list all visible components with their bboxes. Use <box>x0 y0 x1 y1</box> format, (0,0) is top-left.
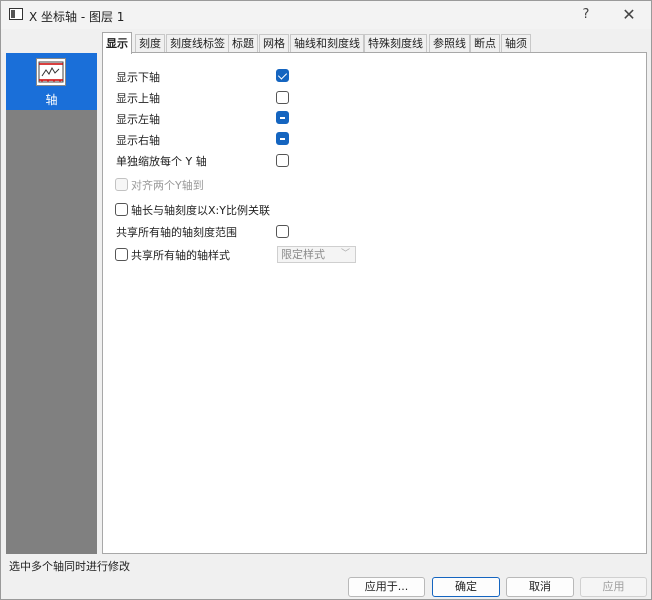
link-axis-length-label: 轴长与轴刻度以X:Y比例关联 <box>131 204 270 217</box>
window-title: X 坐标轴 - 图层 1 <box>29 10 125 24</box>
ok-button[interactable]: 确定 <box>432 577 500 597</box>
axis-style-select: 限定样式 ﹀ <box>277 246 356 263</box>
close-button[interactable]: ✕ <box>614 5 644 25</box>
tab-grids[interactable]: 网格 <box>259 34 289 52</box>
link-axis-length-checkbox[interactable] <box>115 203 128 216</box>
tab-tick-labels[interactable]: 刻度线标签 <box>166 34 229 52</box>
sidebar-item-axis[interactable]: 轴 <box>6 53 97 110</box>
show-right-label: 显示右轴 <box>116 134 160 147</box>
tab-breaks[interactable]: 断点 <box>470 34 500 52</box>
cancel-button[interactable]: 取消 <box>506 577 574 597</box>
sidebar: 轴 <box>6 53 97 554</box>
sidebar-item-label: 轴 <box>45 93 58 107</box>
tab-title[interactable]: 标题 <box>228 34 258 52</box>
axis-chart-icon <box>36 58 66 86</box>
show-bottom-checkbox[interactable] <box>276 69 289 82</box>
dialog-window: X 坐标轴 - 图层 1 ? ✕ 轴 显示 刻度 刻度线标签 标题 网格 轴线和… <box>0 0 652 600</box>
show-top-checkbox[interactable] <box>276 91 289 104</box>
status-bar-text: 选中多个轴同时进行修改 <box>9 560 130 573</box>
show-left-checkbox[interactable] <box>276 111 289 124</box>
rescale-each-y-checkbox[interactable] <box>276 154 289 167</box>
tab-display[interactable]: 显示 <box>102 32 132 54</box>
help-button[interactable]: ? <box>571 5 601 25</box>
show-right-checkbox[interactable] <box>276 132 289 145</box>
align-two-y-checkbox <box>115 178 128 191</box>
tab-scale[interactable]: 刻度 <box>135 34 165 52</box>
show-left-label: 显示左轴 <box>116 113 160 126</box>
share-scale-range-label: 共享所有轴的轴刻度范围 <box>116 226 237 239</box>
show-bottom-label: 显示下轴 <box>116 71 160 84</box>
apply-button: 应用 <box>580 577 647 597</box>
rescale-each-y-label: 单独缩放每个 Y 轴 <box>116 155 207 168</box>
show-top-label: 显示上轴 <box>116 92 160 105</box>
tab-rug[interactable]: 轴须 <box>501 34 531 52</box>
tab-special-ticks[interactable]: 特殊刻度线 <box>364 34 427 52</box>
share-axis-style-checkbox[interactable] <box>115 248 128 261</box>
align-two-y-label: 对齐两个Y轴到 <box>131 179 204 192</box>
share-scale-range-checkbox[interactable] <box>276 225 289 238</box>
tab-reference-lines[interactable]: 参照线 <box>429 34 470 52</box>
chevron-down-icon: ﹀ <box>340 249 350 259</box>
apply-to-button[interactable]: 应用于... <box>348 577 425 597</box>
app-icon <box>9 8 23 20</box>
tab-line-and-ticks[interactable]: 轴线和刻度线 <box>290 34 364 52</box>
share-axis-style-label: 共享所有轴的轴样式 <box>131 249 230 262</box>
title-bar: X 坐标轴 - 图层 1 ? ✕ <box>1 1 651 29</box>
axis-style-value: 限定样式 <box>281 248 325 261</box>
settings-panel: 显示下轴 显示上轴 显示左轴 显示右轴 单独缩放每个 Y 轴 对齐两个Y轴到 轴… <box>102 52 647 554</box>
